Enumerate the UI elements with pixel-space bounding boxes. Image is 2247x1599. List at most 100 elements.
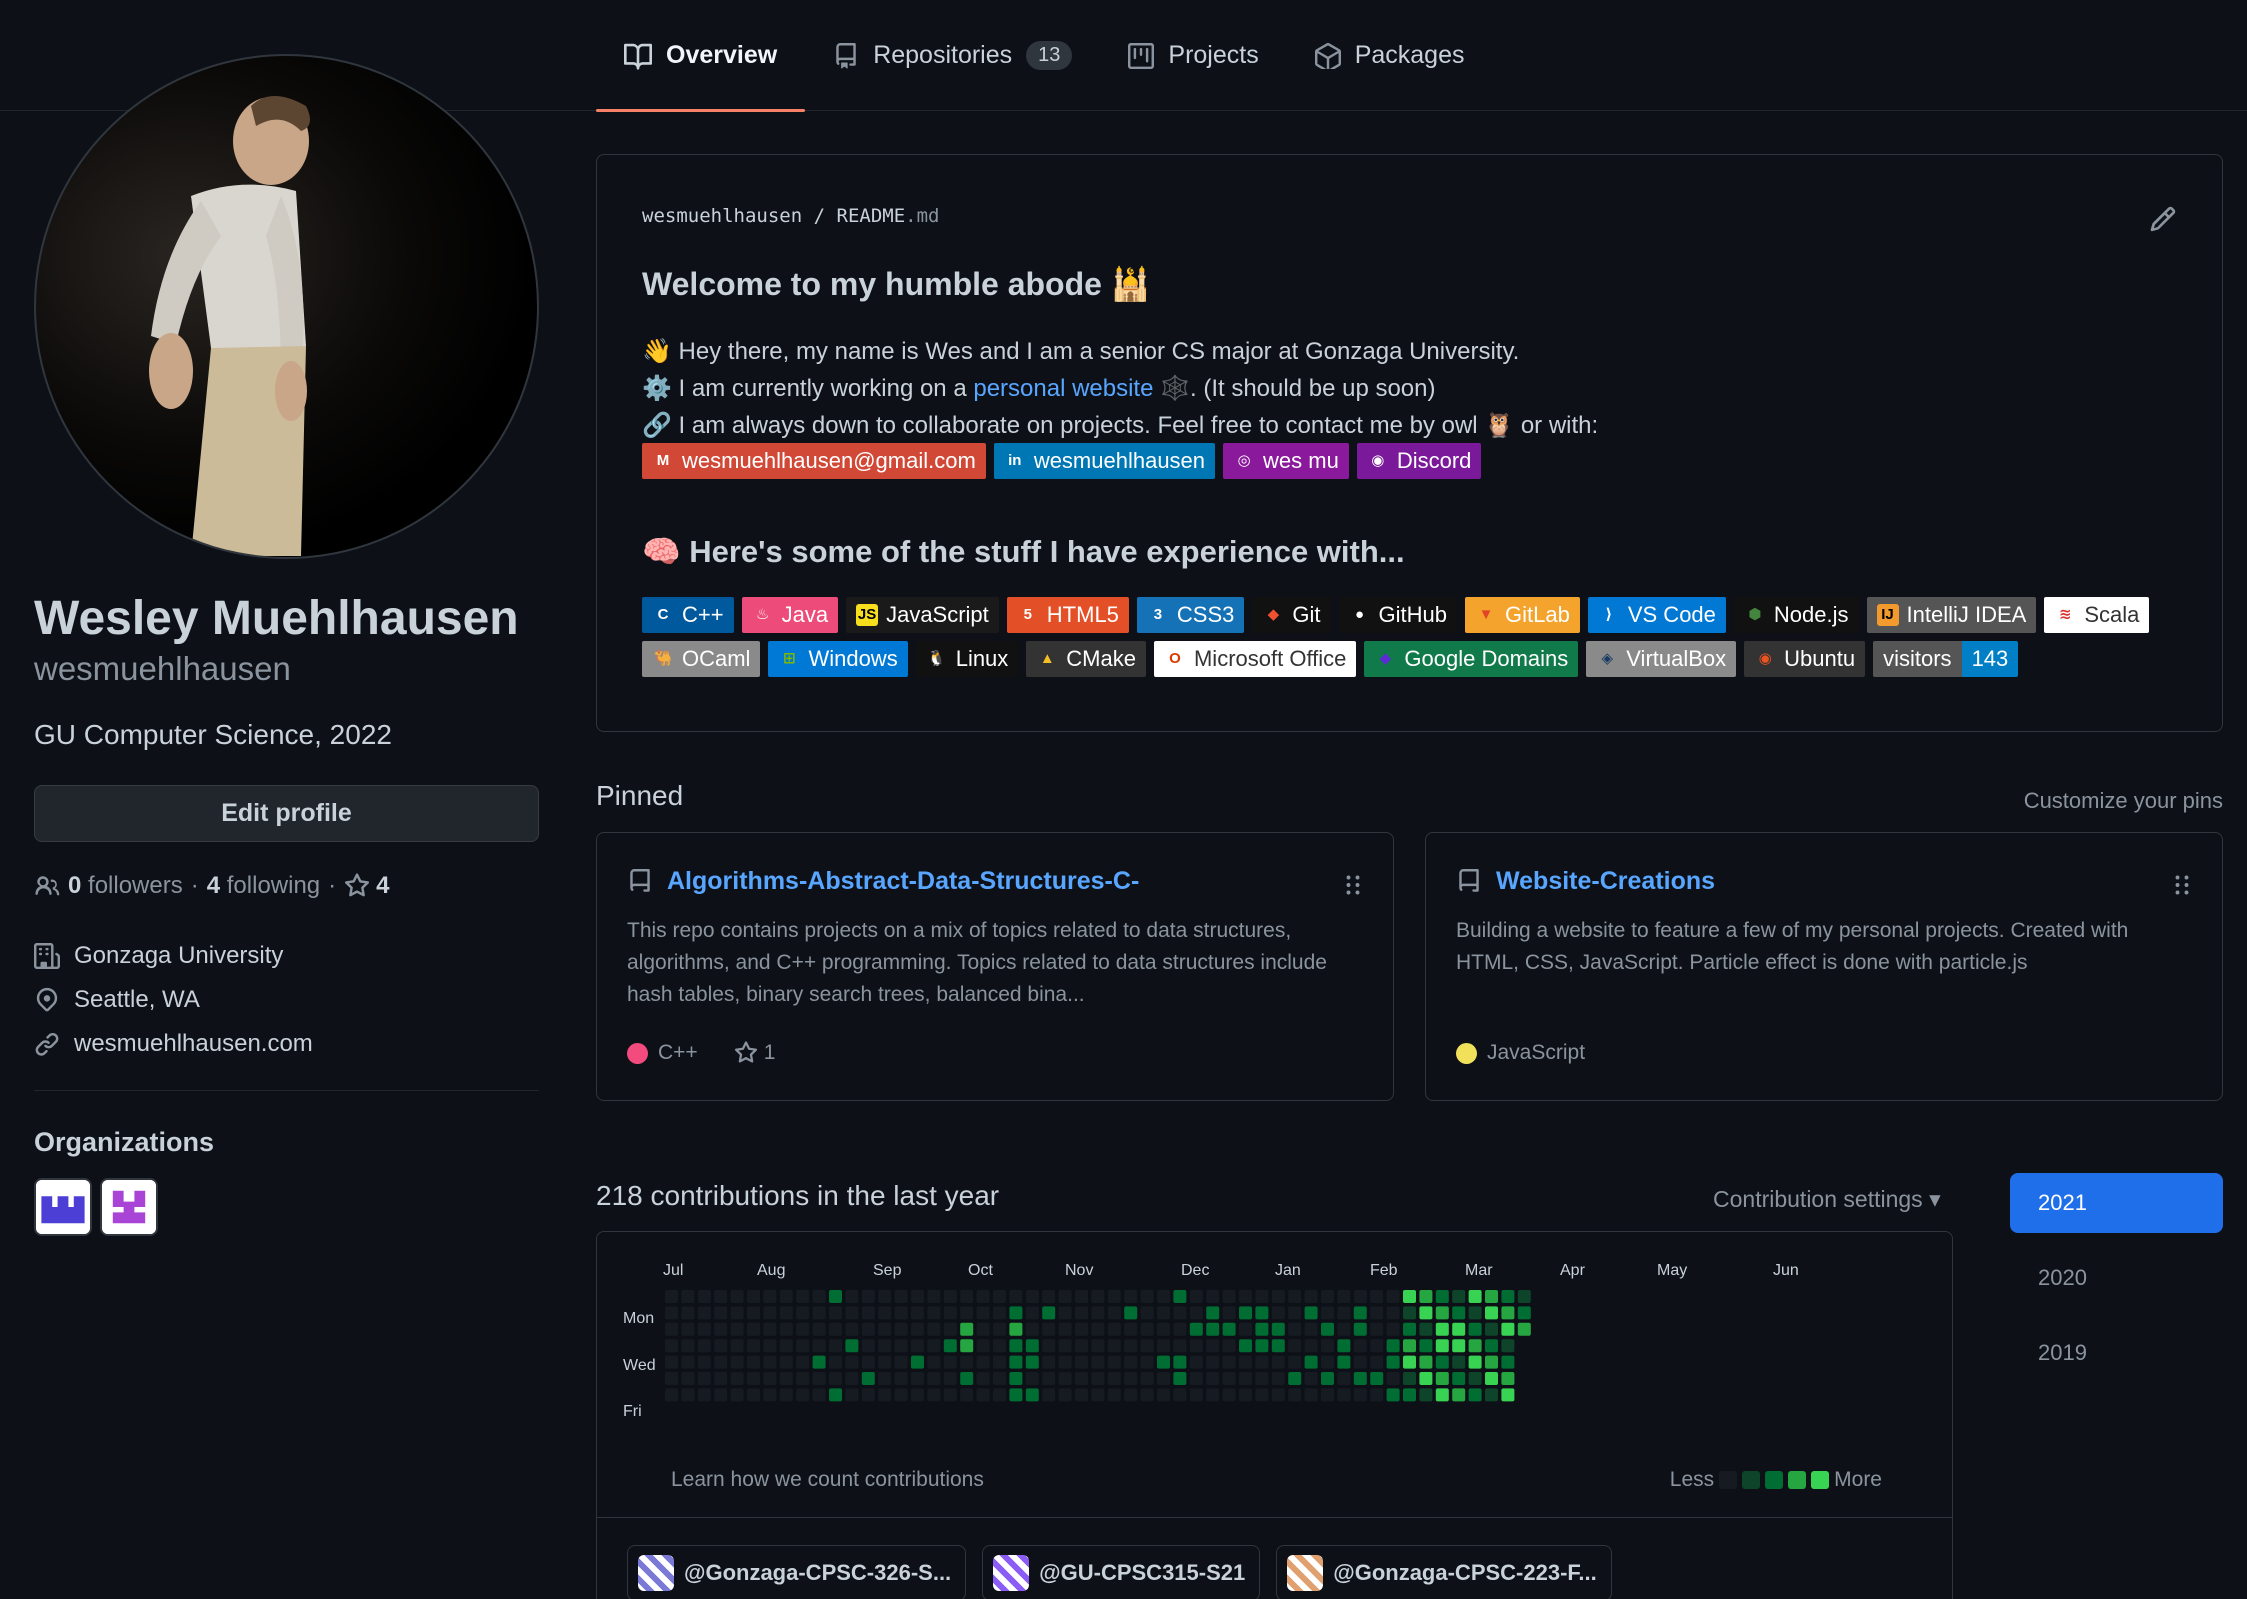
contribution-day[interactable] xyxy=(911,1306,924,1320)
contribution-day[interactable] xyxy=(681,1322,695,1336)
contribution-day[interactable] xyxy=(894,1388,908,1402)
contribution-day[interactable] xyxy=(1124,1322,1138,1336)
contribution-day[interactable] xyxy=(1468,1355,1482,1369)
contribution-day[interactable] xyxy=(1091,1355,1105,1369)
contribution-day[interactable] xyxy=(1353,1306,1367,1320)
contribution-day[interactable] xyxy=(1485,1355,1498,1369)
contribution-day[interactable] xyxy=(1288,1306,1302,1320)
contribution-day[interactable] xyxy=(1239,1290,1252,1303)
contribution-day[interactable] xyxy=(861,1306,875,1320)
contribution-day[interactable] xyxy=(878,1322,892,1336)
contribution-day[interactable] xyxy=(1370,1339,1384,1353)
contribution-day[interactable] xyxy=(960,1290,974,1303)
contribution-day[interactable] xyxy=(829,1339,842,1353)
contribution-day[interactable] xyxy=(1255,1339,1269,1353)
contribution-day[interactable] xyxy=(730,1388,744,1402)
contribution-day[interactable] xyxy=(779,1372,793,1385)
contribution-day[interactable] xyxy=(845,1322,859,1336)
contribution-day[interactable] xyxy=(747,1306,760,1320)
contribution-day[interactable] xyxy=(1042,1322,1056,1336)
contribution-day[interactable] xyxy=(812,1290,826,1303)
contribution-day[interactable] xyxy=(1452,1355,1466,1369)
contribution-day[interactable] xyxy=(1075,1372,1088,1385)
contribution-day[interactable] xyxy=(1042,1388,1056,1402)
contribution-day[interactable] xyxy=(1386,1388,1400,1402)
contribution-day[interactable] xyxy=(1058,1388,1072,1402)
contribution-day[interactable] xyxy=(1239,1322,1252,1336)
contribution-day[interactable] xyxy=(1009,1322,1023,1336)
contribution-day[interactable] xyxy=(878,1339,892,1353)
contribution-day[interactable] xyxy=(747,1355,760,1369)
contribution-day[interactable] xyxy=(878,1355,892,1369)
contribution-day[interactable] xyxy=(894,1355,908,1369)
contribution-day[interactable] xyxy=(845,1355,859,1369)
contribution-day[interactable] xyxy=(1189,1306,1203,1320)
contribution-day[interactable] xyxy=(812,1322,826,1336)
contribution-day[interactable] xyxy=(829,1355,842,1369)
contribution-day[interactable] xyxy=(796,1290,810,1303)
contribution-day[interactable] xyxy=(1091,1290,1105,1303)
contribution-day[interactable] xyxy=(927,1306,941,1320)
contribution-day[interactable] xyxy=(1025,1290,1039,1303)
contribution-day[interactable] xyxy=(1435,1355,1449,1369)
contribution-day[interactable] xyxy=(1058,1372,1072,1385)
contribution-day[interactable] xyxy=(812,1388,826,1402)
contribution-day[interactable] xyxy=(1501,1388,1515,1402)
contribution-day[interactable] xyxy=(1189,1388,1203,1402)
contribution-day[interactable] xyxy=(1288,1339,1302,1353)
contribution-day[interactable] xyxy=(1042,1355,1056,1369)
contribution-day[interactable] xyxy=(1452,1372,1466,1385)
contribution-day[interactable] xyxy=(894,1372,908,1385)
contribution-day[interactable] xyxy=(747,1290,760,1303)
contribution-day[interactable] xyxy=(1485,1339,1498,1353)
contribution-day[interactable] xyxy=(681,1306,695,1320)
contribution-day[interactable] xyxy=(993,1339,1006,1353)
tab-projects[interactable]: Projects xyxy=(1100,0,1286,111)
contribution-day[interactable] xyxy=(1255,1388,1269,1402)
contribution-day[interactable] xyxy=(1468,1322,1482,1336)
org-filter-chip[interactable]: @Gonzaga-CPSC-223-F... xyxy=(1276,1545,1612,1599)
contribution-day[interactable] xyxy=(1419,1306,1433,1320)
contribution-day[interactable] xyxy=(1091,1388,1105,1402)
contribution-day[interactable] xyxy=(845,1388,859,1402)
contribution-day[interactable] xyxy=(714,1372,728,1385)
contribution-day[interactable] xyxy=(1173,1322,1187,1336)
contribution-day[interactable] xyxy=(763,1372,777,1385)
contribution-day[interactable] xyxy=(878,1290,892,1303)
contribution-day[interactable] xyxy=(1288,1372,1302,1385)
contribution-day[interactable] xyxy=(1107,1388,1121,1402)
contribution-day[interactable] xyxy=(845,1372,859,1385)
contribution-day[interactable] xyxy=(878,1306,892,1320)
contribution-day[interactable] xyxy=(1304,1339,1318,1353)
contribution-day[interactable] xyxy=(1025,1372,1039,1385)
contribution-day[interactable] xyxy=(796,1388,810,1402)
contribution-day[interactable] xyxy=(1403,1290,1416,1303)
contribution-day[interactable] xyxy=(1517,1306,1531,1320)
contribution-day[interactable] xyxy=(976,1322,990,1336)
contribution-day[interactable] xyxy=(665,1339,678,1353)
contribution-day[interactable] xyxy=(1222,1290,1236,1303)
contribution-day[interactable] xyxy=(1353,1355,1367,1369)
contribution-day[interactable] xyxy=(993,1290,1006,1303)
contribution-day[interactable] xyxy=(1107,1355,1121,1369)
contribution-day[interactable] xyxy=(861,1290,875,1303)
contribution-day[interactable] xyxy=(665,1388,678,1402)
contribution-day[interactable] xyxy=(1386,1339,1400,1353)
contribution-day[interactable] xyxy=(1206,1322,1220,1336)
contribution-day[interactable] xyxy=(960,1372,974,1385)
contribution-day[interactable] xyxy=(1140,1339,1154,1353)
contribution-day[interactable] xyxy=(927,1290,941,1303)
contribution-day[interactable] xyxy=(1140,1322,1154,1336)
contribution-day[interactable] xyxy=(1189,1339,1203,1353)
contribution-day[interactable] xyxy=(1042,1290,1056,1303)
contribution-day[interactable] xyxy=(1206,1388,1220,1402)
contribution-day[interactable] xyxy=(1091,1372,1105,1385)
contribution-day[interactable] xyxy=(763,1355,777,1369)
contribution-day[interactable] xyxy=(1304,1306,1318,1320)
contribution-day[interactable] xyxy=(1452,1306,1466,1320)
contribution-day[interactable] xyxy=(1075,1355,1088,1369)
contribution-day[interactable] xyxy=(829,1290,842,1303)
contribution-day[interactable] xyxy=(1206,1306,1220,1320)
contribution-day[interactable] xyxy=(681,1339,695,1353)
contribution-day[interactable] xyxy=(943,1388,957,1402)
